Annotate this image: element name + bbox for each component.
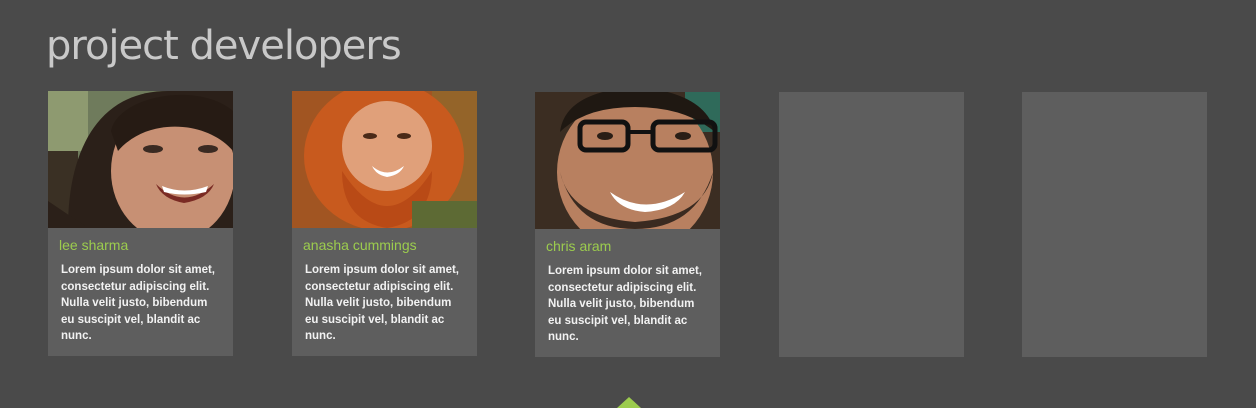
developer-card[interactable]: chris aram Lorem ipsum dolor sit amet, c… [535,92,720,357]
empty-developer-card [1022,92,1207,357]
developer-bio: Lorem ipsum dolor sit amet, consectetur … [305,264,459,342]
developer-name[interactable]: lee sharma [59,236,233,254]
developer-name[interactable]: chris aram [546,237,720,255]
triangle-up-indicator-icon[interactable] [617,397,641,408]
developer-photo [535,92,720,229]
empty-developer-card [779,92,964,357]
developer-name[interactable]: anasha cummings [303,236,477,254]
page-title: project developers [46,23,402,69]
developer-bio: Lorem ipsum dolor sit amet, consectetur … [61,264,215,342]
developer-card[interactable]: lee sharma Lorem ipsum dolor sit amet, c… [48,91,233,356]
developer-card[interactable]: anasha cummings Lorem ipsum dolor sit am… [292,91,477,356]
developer-photo [292,91,477,228]
developer-bio: Lorem ipsum dolor sit amet, consectetur … [548,265,702,343]
developers-page: project developers lee sharma Lorem ipsu… [0,0,1256,408]
developer-photo [48,91,233,228]
